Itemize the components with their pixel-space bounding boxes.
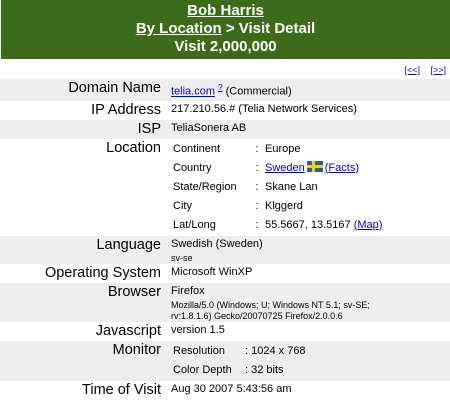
- ip-value: 217.210.56.# (Telia Network Services): [171, 102, 357, 115]
- map-link[interactable]: (Map): [354, 219, 383, 231]
- location-label: Location: [106, 139, 161, 156]
- prev-visit-link[interactable]: [<<]: [404, 65, 420, 75]
- os-value: Microsoft WinXP: [171, 265, 253, 278]
- row-browser: Browser Firefox Mozilla/5.0 (Windows; U; …: [0, 282, 450, 322]
- user-agent-line-1: Mozilla/5.0 (Windows; U; Windows NT 5.1;…: [171, 299, 370, 310]
- breadcrumb: By Location > Visit Detail: [1, 20, 450, 38]
- domain-label: Domain Name: [0, 79, 167, 101]
- city-value: Klggerd: [265, 199, 303, 212]
- row-domain: Domain Name telia.com ? (Commercial): [0, 79, 450, 101]
- breadcrumb-separator: >: [221, 20, 239, 37]
- breadcrumb-current: Visit Detail: [238, 20, 316, 37]
- location-subtable: Continent: Europe Country: Sweden (Facts) S…: [171, 139, 384, 236]
- row-javascript: Javascript version 1.5: [0, 322, 450, 341]
- continent-value: Europe: [265, 142, 301, 155]
- resolution-value: : 1024 x 768: [245, 342, 306, 360]
- resolution-key: Resolution: [173, 342, 243, 360]
- visit-detail-table: Domain Name telia.com ? (Commercial) IP …: [0, 79, 450, 400]
- color-depth-key: Color Depth: [173, 361, 243, 379]
- monitor-subtable: Resolution: 1024 x 768 Color Depth: 32 b…: [171, 341, 308, 381]
- ip-label: IP Address: [91, 101, 161, 118]
- language-value: Swedish (Sweden): [171, 237, 263, 250]
- language-code: sv-se: [171, 252, 193, 263]
- country-link[interactable]: Sweden: [265, 162, 305, 174]
- row-os: Operating System Microsoft WinXP: [0, 264, 450, 283]
- country-facts-link[interactable]: (Facts): [325, 162, 359, 174]
- breadcrumb-by-location-link[interactable]: By Location: [136, 20, 222, 37]
- latlong-key: Lat/Long: [173, 218, 216, 231]
- time-label: Time of Visit: [82, 381, 161, 398]
- javascript-label: Javascript: [95, 322, 161, 339]
- city-key: City: [173, 199, 192, 212]
- domain-type: (Commercial): [222, 85, 292, 98]
- javascript-value: version 1.5: [171, 323, 225, 336]
- user-agent-line-2: rv:1.8.1.6) Gecko/20070725 Firefox/2.0.0…: [171, 310, 343, 321]
- region-key: State/Region: [173, 180, 237, 193]
- row-time: Time of Visit Aug 30 2007 5:43:56 am: [0, 381, 450, 400]
- isp-value: TeliaSonera AB: [167, 119, 450, 139]
- user-name-link[interactable]: Bob Harris: [1, 0, 450, 20]
- color-depth-value: : 32 bits: [245, 361, 306, 379]
- isp-label: ISP: [0, 119, 167, 139]
- language-label: Language: [0, 235, 167, 264]
- row-monitor: Monitor Resolution: 1024 x 768 Color Dep…: [0, 340, 450, 381]
- country-key: Country: [173, 161, 212, 174]
- row-ip: IP Address 217.210.56.# (Telia Network S…: [0, 101, 450, 120]
- continent-key: Continent: [173, 142, 221, 155]
- row-language: Language Swedish (Sweden) sv-se: [0, 235, 450, 264]
- browser-value: Firefox: [171, 284, 205, 297]
- domain-link[interactable]: telia.com: [171, 86, 215, 98]
- pager-nav: [<<] [>>]: [396, 65, 446, 75]
- visit-number: Visit 2,000,000: [174, 38, 277, 55]
- time-value: Aug 30 2007 5:43:56 am: [171, 382, 292, 395]
- sweden-flag-icon: [306, 160, 323, 172]
- browser-label: Browser: [0, 282, 167, 322]
- latlong-value: 55.5667, 13.5167: [265, 218, 351, 231]
- row-location: Location Continent: Europe Country: Sweden…: [0, 139, 450, 236]
- region-value: Skane Lan: [265, 180, 318, 193]
- next-visit-link[interactable]: [>>]: [430, 65, 446, 75]
- os-label: Operating System: [44, 264, 161, 281]
- header-banner: Bob Harris By Location > Visit Detail Vi…: [1, 0, 450, 59]
- monitor-label: Monitor: [0, 340, 167, 381]
- row-isp: ISP TeliaSonera AB: [0, 119, 450, 139]
